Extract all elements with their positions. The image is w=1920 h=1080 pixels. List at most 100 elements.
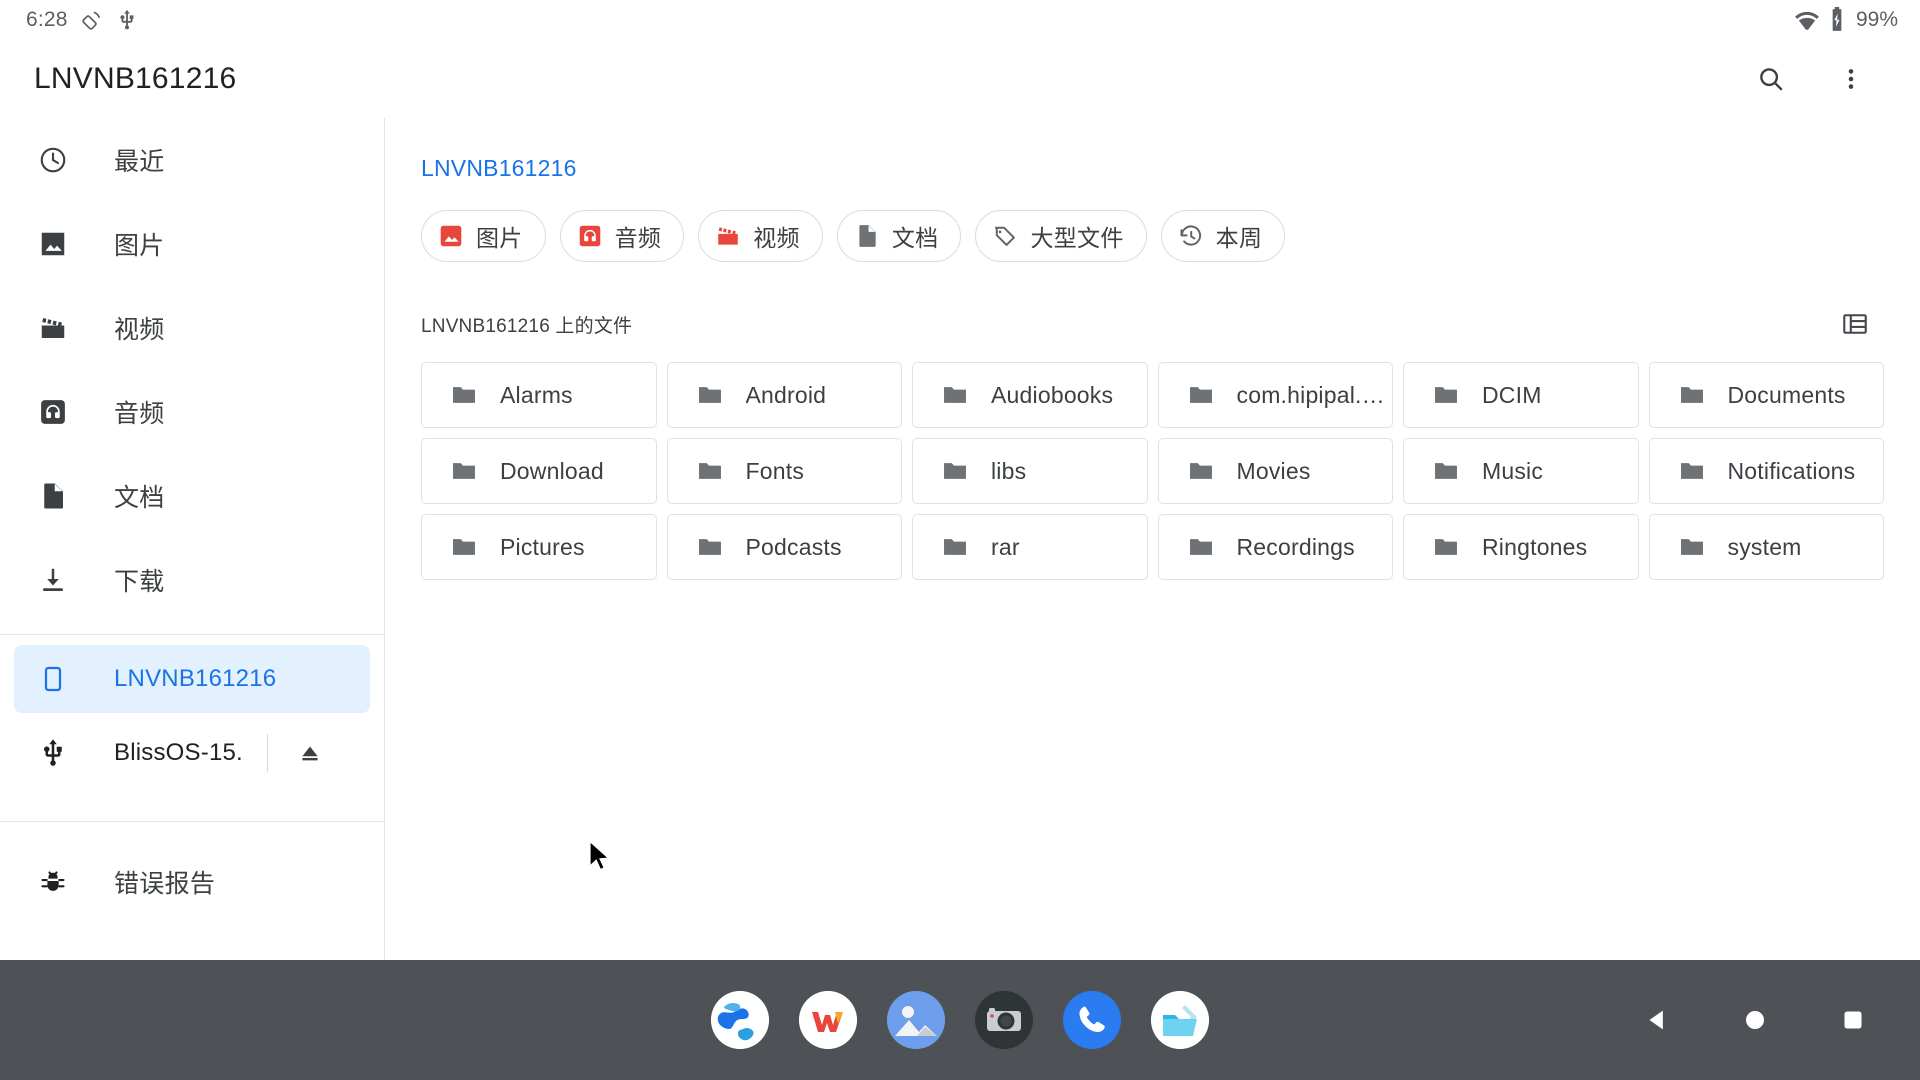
folder-icon: [1678, 381, 1706, 409]
clock-icon: [30, 145, 76, 175]
folder-icon: [941, 457, 969, 485]
folder-name: Notifications: [1727, 457, 1856, 484]
folder-name: Recordings: [1236, 533, 1355, 560]
folder-card[interactable]: Fonts: [666, 438, 902, 504]
taskbar: [0, 960, 1920, 1080]
sidebar-item-label: 文档: [114, 484, 165, 512]
folder-card[interactable]: Movies: [1157, 438, 1393, 504]
folder-card[interactable]: Alarms: [421, 362, 657, 428]
breadcrumb[interactable]: LNVNB161216: [421, 155, 577, 182]
battery-percentage: 99%: [1855, 8, 1898, 31]
filter-chip-large-files[interactable]: 大型文件: [975, 210, 1147, 262]
section-header: LNVNB161216 上的文件: [421, 303, 1876, 345]
sidebar-device-lnvnb161216[interactable]: LNVNB161216: [14, 645, 370, 713]
list-view-toggle-button[interactable]: [1834, 303, 1876, 345]
folder-icon: [941, 533, 969, 561]
sidebar-item-label: 音频: [114, 400, 165, 428]
section-title: LNVNB161216 上的文件: [421, 315, 633, 337]
sidebar-item-bug-report[interactable]: 错误报告: [0, 840, 384, 924]
folder-card[interactable]: DCIM: [1403, 362, 1639, 428]
home-button[interactable]: [1734, 999, 1776, 1041]
folder-name: Alarms: [500, 381, 573, 408]
app-bar: LNVNB161216: [0, 40, 1920, 118]
sidebar-item-downloads[interactable]: 下载: [0, 538, 384, 622]
document-icon: [30, 481, 76, 511]
folder-card[interactable]: system: [1648, 514, 1884, 580]
camera-app-icon[interactable]: [975, 991, 1033, 1049]
sidebar-item-documents[interactable]: 文档: [0, 454, 384, 538]
search-button[interactable]: [1748, 56, 1794, 102]
folder-card[interactable]: Documents: [1648, 362, 1884, 428]
filter-chip-this-week[interactable]: 本周: [1160, 210, 1286, 262]
image-icon: [30, 229, 76, 259]
sidebar-item-images[interactable]: 图片: [0, 202, 384, 286]
sidebar-divider-1: [0, 634, 384, 635]
battery-charging-icon: [1828, 7, 1846, 33]
folder-card[interactable]: Download: [421, 438, 657, 504]
folder-card[interactable]: rar: [912, 514, 1148, 580]
folder-card[interactable]: Music: [1403, 438, 1639, 504]
folder-icon: [696, 381, 724, 409]
bug-icon: [30, 867, 76, 897]
movie-icon: [30, 313, 76, 343]
browser-app-icon[interactable]: [711, 991, 769, 1049]
sidebar-item-audio[interactable]: 音频: [0, 370, 384, 454]
gallery-app-icon[interactable]: [887, 991, 945, 1049]
more-options-button[interactable]: [1828, 56, 1874, 102]
folder-name: Download: [500, 457, 604, 484]
headset-icon: [577, 223, 603, 249]
filter-chip-videos[interactable]: 视频: [698, 210, 823, 262]
folder-icon: [696, 533, 724, 561]
list-view-icon: [1841, 310, 1869, 338]
page-title: LNVNB161216: [34, 62, 237, 95]
filter-chip-images[interactable]: 图片: [421, 210, 546, 262]
sidebar-item-videos[interactable]: 视频: [0, 286, 384, 370]
document-icon: [854, 223, 880, 249]
folder-name: DCIM: [1482, 381, 1542, 408]
folder-icon: [1187, 533, 1215, 561]
download-icon: [30, 565, 76, 595]
folder-icon: [450, 533, 478, 561]
filter-chip-documents[interactable]: 文档: [836, 210, 962, 262]
phone-app-icon[interactable]: [1063, 991, 1121, 1049]
sidebar-device-blissos[interactable]: BlissOS-15.: [0, 713, 384, 793]
sidebar-device-label: BlissOS-15.: [114, 739, 243, 766]
folder-card[interactable]: Ringtones: [1403, 514, 1639, 580]
folder-name: Music: [1482, 457, 1544, 484]
filter-chip-audio[interactable]: 音频: [559, 210, 685, 262]
navigation-buttons: [1636, 999, 1874, 1041]
folder-card[interactable]: Notifications: [1648, 438, 1884, 504]
screen: 6:28 99% LNVNB161216 最近 图片 视频 音频 文档 下载 L…: [0, 0, 1920, 1080]
sidebar-item-label: 视频: [114, 316, 165, 344]
sidebar-item-recent[interactable]: 最近: [0, 118, 384, 202]
folder-icon: [1432, 457, 1460, 485]
folder-card[interactable]: Podcasts: [666, 514, 902, 580]
folder-icon: [1187, 381, 1215, 409]
eject-button[interactable]: [282, 725, 338, 781]
folder-name: libs: [991, 457, 1027, 484]
folder-name: Podcasts: [745, 533, 842, 560]
content-area: LNVNB161216 图片 音频 视频 文档 大型文件 本周 LNVNB161…: [385, 118, 1920, 960]
headset-icon: [30, 397, 76, 427]
sidebar-device-label: LNVNB161216: [114, 665, 277, 692]
folder-name: Documents: [1727, 381, 1846, 408]
folder-card[interactable]: Recordings: [1157, 514, 1393, 580]
taskbar-apps: [711, 991, 1209, 1049]
sidebar-item-label: 下载: [114, 568, 165, 596]
folder-card[interactable]: Pictures: [421, 514, 657, 580]
back-button[interactable]: [1636, 999, 1678, 1041]
sidebar: 最近 图片 视频 音频 文档 下载 LNVNB161216 BlissOS-15…: [0, 118, 385, 960]
wps-office-app-icon[interactable]: [799, 991, 857, 1049]
folder-card[interactable]: Android: [666, 362, 902, 428]
recents-button[interactable]: [1832, 999, 1874, 1041]
folder-name: Movies: [1236, 457, 1311, 484]
folder-icon: [941, 381, 969, 409]
usb-icon: [116, 9, 138, 31]
folder-card[interactable]: Audiobooks: [912, 362, 1148, 428]
files-app-icon[interactable]: [1151, 991, 1209, 1049]
folder-card[interactable]: libs: [912, 438, 1148, 504]
folder-name: com.hipipal.q…: [1236, 381, 1393, 408]
search-icon: [1756, 64, 1786, 94]
movie-icon: [715, 223, 741, 249]
folder-card[interactable]: com.hipipal.q…: [1157, 362, 1393, 428]
